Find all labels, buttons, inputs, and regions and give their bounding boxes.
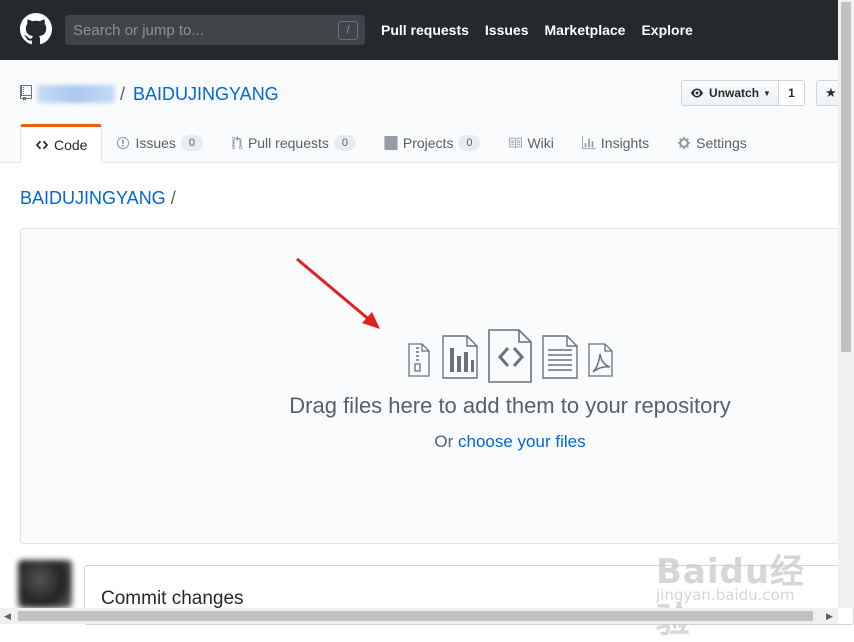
star-icon: ★ bbox=[825, 85, 837, 100]
graph-icon bbox=[581, 136, 596, 150]
file-type-icons bbox=[408, 329, 613, 383]
tab-label: Issues bbox=[135, 135, 176, 151]
tab-pull-requests[interactable]: Pull requests 0 bbox=[217, 124, 370, 162]
projects-counter: 0 bbox=[458, 135, 481, 151]
search-input[interactable] bbox=[65, 15, 335, 45]
watchers-count[interactable]: 1 bbox=[779, 80, 805, 106]
tab-label: Projects bbox=[402, 135, 454, 151]
caret-down-icon: ▼ bbox=[763, 88, 771, 98]
or-text: Or bbox=[434, 432, 459, 451]
project-icon bbox=[384, 136, 398, 150]
nav-marketplace[interactable]: Marketplace bbox=[545, 22, 626, 38]
repo-icon bbox=[20, 85, 32, 101]
choose-files-link[interactable]: choose your files bbox=[458, 432, 586, 451]
gear-icon bbox=[678, 136, 691, 150]
tab-label: Wiki bbox=[527, 135, 554, 151]
commit-changes-title: Commit changes bbox=[101, 588, 244, 609]
file-drop-zone[interactable] bbox=[20, 228, 850, 544]
unwatch-label: Unwatch bbox=[709, 86, 760, 100]
issue-icon bbox=[117, 136, 130, 150]
chart-file-icon bbox=[442, 335, 478, 379]
tab-label: Code bbox=[54, 136, 88, 153]
tab-insights[interactable]: Insights bbox=[568, 124, 663, 162]
search-box: / bbox=[65, 15, 365, 45]
annotation-arrow-icon bbox=[296, 257, 380, 329]
global-header: / Pull requests Issues Marketplace Explo… bbox=[0, 0, 838, 60]
tab-label: Insights bbox=[600, 135, 650, 151]
unwatch-button[interactable]: Unwatch ▼ bbox=[681, 80, 779, 106]
tab-label: Pull requests bbox=[247, 135, 329, 151]
breadcrumb: BAIDUJINGYANG / bbox=[20, 188, 176, 209]
repo-tabs: Code Issues 0 Pull requests 0 Projects 0 bbox=[20, 124, 761, 163]
choose-files-line: Or choose your files bbox=[0, 432, 854, 452]
owner-name-redacted[interactable] bbox=[37, 85, 115, 103]
repo-header: / BAIDUJINGYANG Unwatch ▼ 1 ★ Code Issue… bbox=[0, 60, 846, 163]
vertical-scroll-thumb[interactable] bbox=[841, 2, 851, 352]
text-file-icon bbox=[542, 335, 578, 379]
eye-icon bbox=[691, 88, 704, 98]
breadcrumb-repo-link[interactable]: BAIDUJINGYANG bbox=[20, 188, 166, 208]
scroll-right-arrow-icon[interactable]: ▶ bbox=[826, 611, 833, 622]
nav-issues[interactable]: Issues bbox=[485, 22, 529, 38]
drop-zone-title: Drag files here to add them to your repo… bbox=[289, 393, 731, 418]
zip-file-icon bbox=[408, 343, 430, 377]
code-file-icon bbox=[488, 329, 532, 383]
pull-request-icon bbox=[231, 136, 243, 150]
avatar bbox=[18, 560, 72, 608]
repo-name-link[interactable]: BAIDUJINGYANG bbox=[133, 84, 279, 105]
nav-pull-requests[interactable]: Pull requests bbox=[381, 22, 469, 38]
horizontal-scroll-thumb[interactable] bbox=[18, 611, 813, 621]
scroll-left-arrow-icon[interactable]: ◀ bbox=[4, 611, 11, 622]
book-icon bbox=[509, 137, 523, 149]
pdf-file-icon bbox=[588, 343, 613, 377]
issues-counter: 0 bbox=[180, 135, 203, 151]
header-nav: Pull requests Issues Marketplace Explore bbox=[381, 22, 693, 38]
github-logo-icon[interactable] bbox=[20, 13, 52, 45]
tab-label: Settings bbox=[696, 135, 747, 151]
tab-settings[interactable]: Settings bbox=[663, 124, 761, 162]
pull-requests-counter: 0 bbox=[333, 135, 356, 151]
code-icon bbox=[35, 140, 49, 149]
path-separator: / bbox=[120, 84, 126, 104]
tab-code[interactable]: Code bbox=[20, 124, 103, 163]
nav-explore[interactable]: Explore bbox=[641, 22, 692, 38]
tab-projects[interactable]: Projects 0 bbox=[370, 124, 495, 162]
tab-wiki[interactable]: Wiki bbox=[494, 124, 567, 162]
tab-issues[interactable]: Issues 0 bbox=[102, 124, 216, 162]
slash-shortcut-hint: / bbox=[338, 21, 358, 40]
breadcrumb-separator: / bbox=[170, 188, 176, 208]
